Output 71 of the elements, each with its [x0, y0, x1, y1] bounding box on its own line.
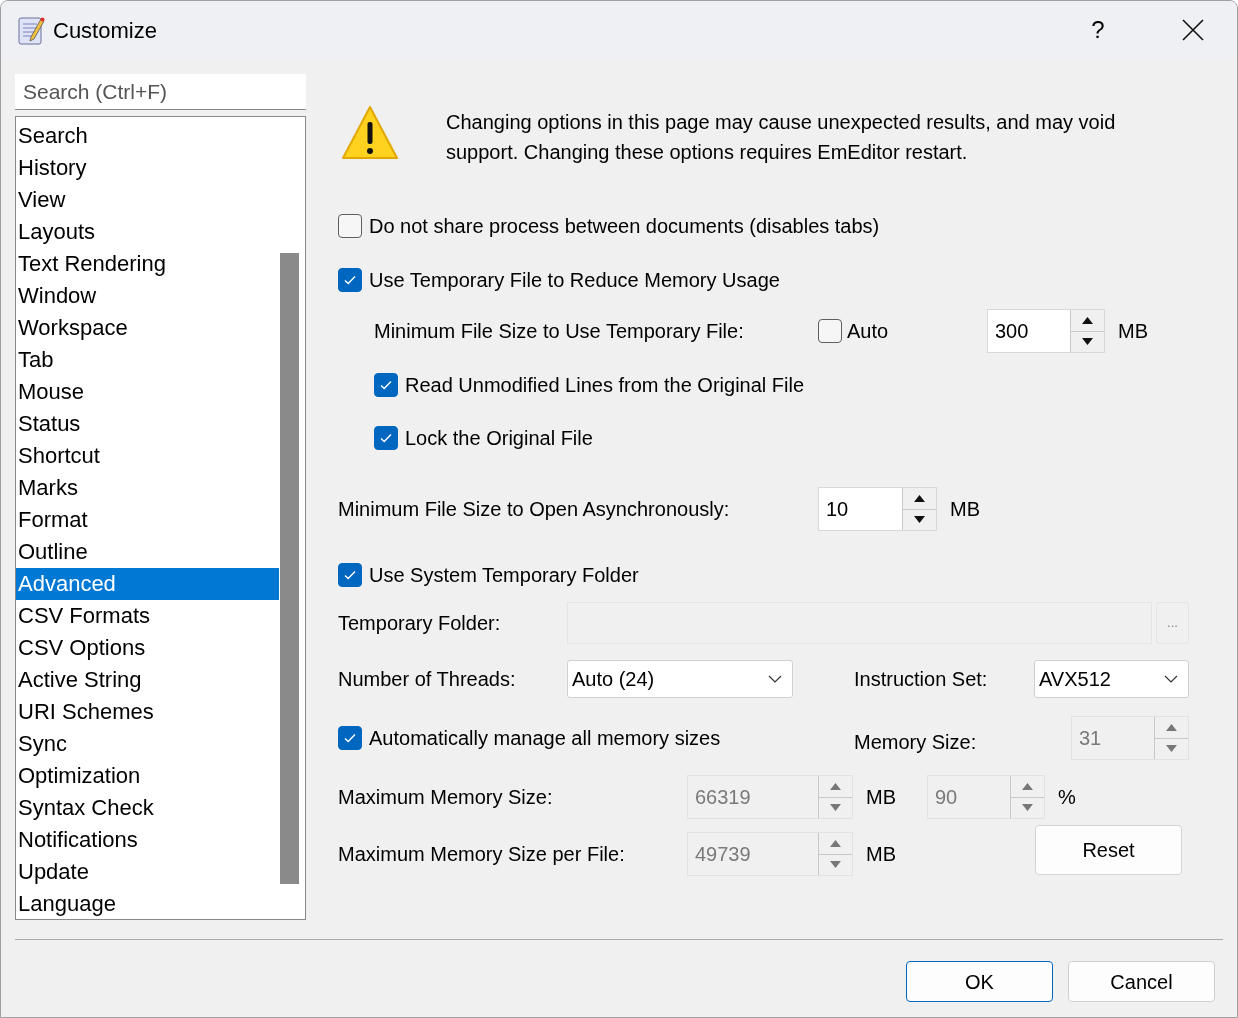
- field-label: Number of Threads:: [338, 666, 517, 692]
- checkbox[interactable]: [338, 214, 362, 238]
- category-item[interactable]: Notifications: [16, 824, 279, 856]
- category-item[interactable]: Mouse: [16, 376, 279, 408]
- dialog-button[interactable]: Cancel: [1068, 961, 1215, 1002]
- category-item[interactable]: CSV Options: [16, 632, 279, 664]
- reset-button[interactable]: Reset: [1035, 825, 1182, 875]
- category-item[interactable]: Outline: [16, 536, 279, 568]
- category-item[interactable]: Layouts: [16, 216, 279, 248]
- category-item[interactable]: History: [16, 152, 279, 184]
- window-title: Customize: [53, 16, 157, 45]
- checkbox[interactable]: [374, 372, 398, 397]
- checkbox[interactable]: [338, 268, 362, 292]
- checkbox[interactable]: [338, 726, 362, 750]
- field-label: Memory Size:: [854, 730, 978, 755]
- checkbox[interactable]: [374, 426, 398, 450]
- field-label: Temporary Folder:: [338, 610, 502, 636]
- check-icon: [343, 273, 357, 287]
- checkbox-label: Use System Temporary Folder: [369, 563, 639, 588]
- notepad-pencil-icon: [17, 15, 46, 45]
- category-item[interactable]: Syntax Check: [16, 792, 279, 824]
- category-item[interactable]: Active String: [16, 664, 279, 696]
- dialog-button[interactable]: OK: [906, 961, 1053, 1002]
- field-label: Maximum Memory Size:: [338, 785, 554, 810]
- category-item[interactable]: Shortcut: [16, 440, 279, 472]
- category-item[interactable]: Advanced: [16, 568, 279, 600]
- chevron-down-icon: [1164, 674, 1178, 683]
- field-label: MB: [866, 785, 897, 810]
- checkbox-label: Do not share process between documents (disables tabs): [369, 214, 880, 239]
- category-item[interactable]: Window: [16, 280, 279, 312]
- checkbox-label: Use Temporary File to Reduce Memory Usage: [369, 268, 780, 293]
- category-item[interactable]: URI Schemes: [16, 696, 279, 728]
- checkbox-label: Auto: [847, 319, 889, 344]
- field-label: Minimum File Size to Open Asynchronously:: [338, 497, 731, 522]
- field-label: %: [1058, 785, 1076, 810]
- dropdown[interactable]: Auto (24): [567, 659, 793, 698]
- scrollbar-thumb[interactable]: [280, 253, 299, 884]
- checkbox[interactable]: [338, 563, 362, 587]
- category-item[interactable]: Update: [16, 856, 279, 888]
- field-label: Minimum File Size to Use Temporary File:: [374, 319, 745, 344]
- category-item[interactable]: Tab: [16, 344, 279, 376]
- warning-text: Changing options in this page may cause unexpected results, and may void support. Changing these options requires EmEditor restart.: [446, 110, 1117, 165]
- check-icon: [343, 731, 357, 745]
- category-item[interactable]: View: [16, 184, 279, 216]
- help-button[interactable]: ?: [1083, 10, 1113, 50]
- category-item[interactable]: Optimization: [16, 760, 279, 792]
- field-label: Instruction Set:: [854, 666, 989, 692]
- warning-icon: [341, 105, 399, 161]
- close-icon: [1182, 19, 1204, 41]
- field-label: Maximum Memory Size per File:: [338, 842, 626, 867]
- field-label: MB: [1118, 319, 1148, 344]
- field-label: MB: [950, 497, 980, 522]
- category-item[interactable]: Marks: [16, 472, 279, 504]
- dropdown[interactable]: AVX512: [1034, 659, 1189, 698]
- check-icon: [343, 568, 357, 582]
- category-item[interactable]: CSV Formats: [16, 600, 279, 632]
- category-item[interactable]: Language: [16, 888, 279, 920]
- category-item[interactable]: Search: [16, 120, 279, 152]
- checkbox-label: Lock the Original File: [405, 426, 593, 451]
- chevron-down-icon: [768, 674, 782, 683]
- category-item[interactable]: Status: [16, 408, 279, 440]
- checkbox-label: Read Unmodified Lines from the Original File: [405, 372, 805, 398]
- category-item[interactable]: Sync: [16, 728, 279, 760]
- search-field[interactable]: Search (Ctrl+F): [15, 74, 306, 110]
- category-item[interactable]: Text Rendering: [16, 248, 279, 280]
- field-label: MB: [866, 842, 897, 867]
- checkbox-label: Automatically manage all memory sizes: [369, 726, 721, 751]
- category-item[interactable]: Workspace: [16, 312, 279, 344]
- check-icon: [379, 431, 393, 445]
- category-item[interactable]: Format: [16, 504, 279, 536]
- checkbox[interactable]: [818, 319, 842, 343]
